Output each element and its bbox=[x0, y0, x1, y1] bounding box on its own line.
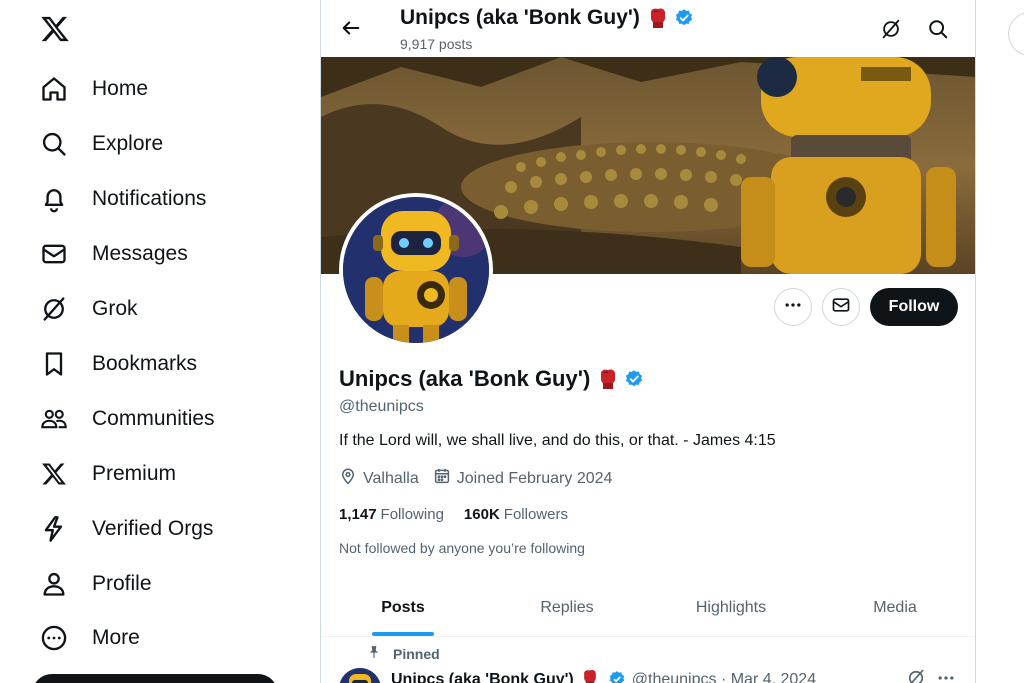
profile-avatar[interactable] bbox=[339, 193, 493, 347]
nav-messages[interactable]: Messages bbox=[30, 229, 198, 279]
nav-premium-label: Premium bbox=[92, 462, 177, 485]
x-logo-icon bbox=[40, 460, 68, 488]
follow-button[interactable]: Follow bbox=[870, 288, 958, 326]
boxing-glove-emoji-icon bbox=[646, 6, 670, 30]
header-name-text: Unipcs (aka 'Bonk Guy') bbox=[400, 6, 640, 29]
back-arrow-icon[interactable] bbox=[337, 14, 365, 42]
tab-highlights[interactable]: Highlights bbox=[649, 580, 813, 636]
followers-label: Followers bbox=[503, 506, 568, 523]
boxing-glove-emoji-icon bbox=[580, 668, 604, 683]
left-navigation: Home Explore Notifications Messages Grok… bbox=[0, 0, 320, 683]
profile-joined: Joined February 2024 bbox=[433, 467, 613, 490]
right-sidebar-search-edge[interactable] bbox=[1008, 12, 1024, 56]
nav-bookmarks[interactable]: Bookmarks bbox=[30, 339, 207, 389]
following-label: Following bbox=[380, 506, 444, 523]
tab-posts[interactable]: Posts bbox=[321, 580, 485, 636]
boxing-glove-emoji-icon bbox=[596, 367, 620, 391]
nav-grok-label: Grok bbox=[92, 297, 138, 320]
tab-media-label: Media bbox=[873, 599, 917, 616]
nav-home-label: Home bbox=[92, 77, 149, 100]
search-icon[interactable] bbox=[923, 14, 953, 44]
home-icon bbox=[40, 75, 68, 103]
nav-communities-label: Communities bbox=[92, 407, 215, 430]
tab-replies[interactable]: Replies bbox=[485, 580, 649, 636]
verified-badge-icon[interactable] bbox=[624, 369, 644, 389]
bookmark-icon bbox=[40, 350, 68, 378]
profile-handle: @theunipcs bbox=[339, 398, 424, 415]
verified-badge-icon bbox=[608, 670, 628, 683]
tabs-divider bbox=[321, 636, 975, 637]
grok-icon bbox=[40, 295, 68, 323]
location-text: Valhalla bbox=[363, 469, 419, 487]
followers-link[interactable]: 160K Followers bbox=[464, 506, 568, 523]
lightning-icon bbox=[40, 515, 68, 543]
more-circle-icon bbox=[40, 624, 68, 652]
envelope-icon bbox=[40, 240, 68, 268]
nav-premium[interactable]: Premium bbox=[30, 449, 186, 499]
profile-column: Unipcs (aka 'Bonk Guy') 9,917 posts Foll… bbox=[320, 0, 976, 683]
post-meta: @theunipcs · Mar 4, 2024 bbox=[631, 671, 817, 683]
pinned-indicator: Pinned bbox=[367, 645, 440, 662]
nav-more[interactable]: More bbox=[30, 613, 150, 663]
profile-name: Unipcs (aka 'Bonk Guy') bbox=[339, 366, 644, 392]
pinned-label: Pinned bbox=[393, 645, 440, 662]
location-pin-icon bbox=[339, 467, 363, 490]
nav-notifications-label: Notifications bbox=[92, 187, 207, 210]
more-dots-icon bbox=[783, 295, 803, 320]
nav-explore[interactable]: Explore bbox=[30, 119, 173, 169]
following-count: 1,147 bbox=[339, 506, 377, 523]
more-options-button[interactable] bbox=[774, 288, 812, 326]
tab-media[interactable]: Media bbox=[813, 580, 975, 636]
calendar-icon bbox=[433, 467, 457, 490]
nav-explore-label: Explore bbox=[92, 132, 164, 155]
message-button[interactable] bbox=[822, 288, 860, 326]
post-author-name[interactable]: Unipcs (aka 'Bonk Guy') bbox=[391, 671, 574, 683]
not-followed-note: Not followed by anyone you’re following bbox=[339, 540, 585, 556]
post-button[interactable] bbox=[32, 674, 278, 683]
nav-verified-orgs[interactable]: Verified Orgs bbox=[30, 504, 223, 554]
followers-count: 160K bbox=[463, 506, 500, 523]
person-icon bbox=[40, 570, 68, 598]
nav-profile-label: Profile bbox=[92, 572, 152, 595]
nav-profile[interactable]: Profile bbox=[30, 559, 162, 609]
profile-tabs: Posts Replies Highlights Media bbox=[321, 580, 975, 636]
tab-posts-label: Posts bbox=[381, 599, 425, 616]
profile-stats: 1,147 Following 160K Followers bbox=[339, 506, 588, 523]
profile-location: Valhalla bbox=[339, 467, 419, 490]
pinned-post-header: Unipcs (aka 'Bonk Guy') @theunipcs · Mar… bbox=[391, 668, 816, 683]
more-dots-icon[interactable] bbox=[936, 668, 960, 683]
search-icon bbox=[40, 130, 68, 158]
verified-badge-icon[interactable] bbox=[674, 8, 694, 28]
header-name: Unipcs (aka 'Bonk Guy') bbox=[400, 6, 694, 30]
profile-bio: If the Lord will, we shall live, and do … bbox=[339, 432, 776, 449]
grok-icon[interactable] bbox=[876, 14, 906, 44]
nav-communities[interactable]: Communities bbox=[30, 394, 225, 444]
nav-bookmarks-label: Bookmarks bbox=[92, 352, 198, 375]
nav-grok[interactable]: Grok bbox=[30, 284, 148, 334]
pin-icon bbox=[367, 645, 393, 662]
nav-notifications[interactable]: Notifications bbox=[30, 174, 216, 224]
nav-messages-label: Messages bbox=[92, 242, 188, 265]
communities-icon bbox=[40, 405, 68, 433]
post-author-avatar[interactable] bbox=[339, 668, 381, 683]
nav-verified-orgs-label: Verified Orgs bbox=[92, 517, 214, 540]
profile-meta: Valhalla Joined February 2024 bbox=[339, 467, 626, 490]
tab-replies-label: Replies bbox=[540, 599, 594, 616]
joined-text: Joined February 2024 bbox=[456, 469, 613, 487]
profile-header-bar: Unipcs (aka 'Bonk Guy') 9,917 posts bbox=[321, 0, 975, 57]
following-link[interactable]: 1,147 Following bbox=[339, 506, 444, 523]
header-post-count: 9,917 posts bbox=[400, 36, 473, 52]
tab-highlights-label: Highlights bbox=[695, 599, 767, 616]
nav-home[interactable]: Home bbox=[30, 64, 158, 114]
grok-icon[interactable] bbox=[906, 668, 930, 683]
profile-name-text: Unipcs (aka 'Bonk Guy') bbox=[339, 366, 591, 391]
x-logo-icon[interactable] bbox=[40, 14, 72, 46]
nav-more-label: More bbox=[92, 626, 140, 649]
envelope-icon bbox=[831, 295, 851, 320]
bell-icon bbox=[40, 185, 68, 213]
